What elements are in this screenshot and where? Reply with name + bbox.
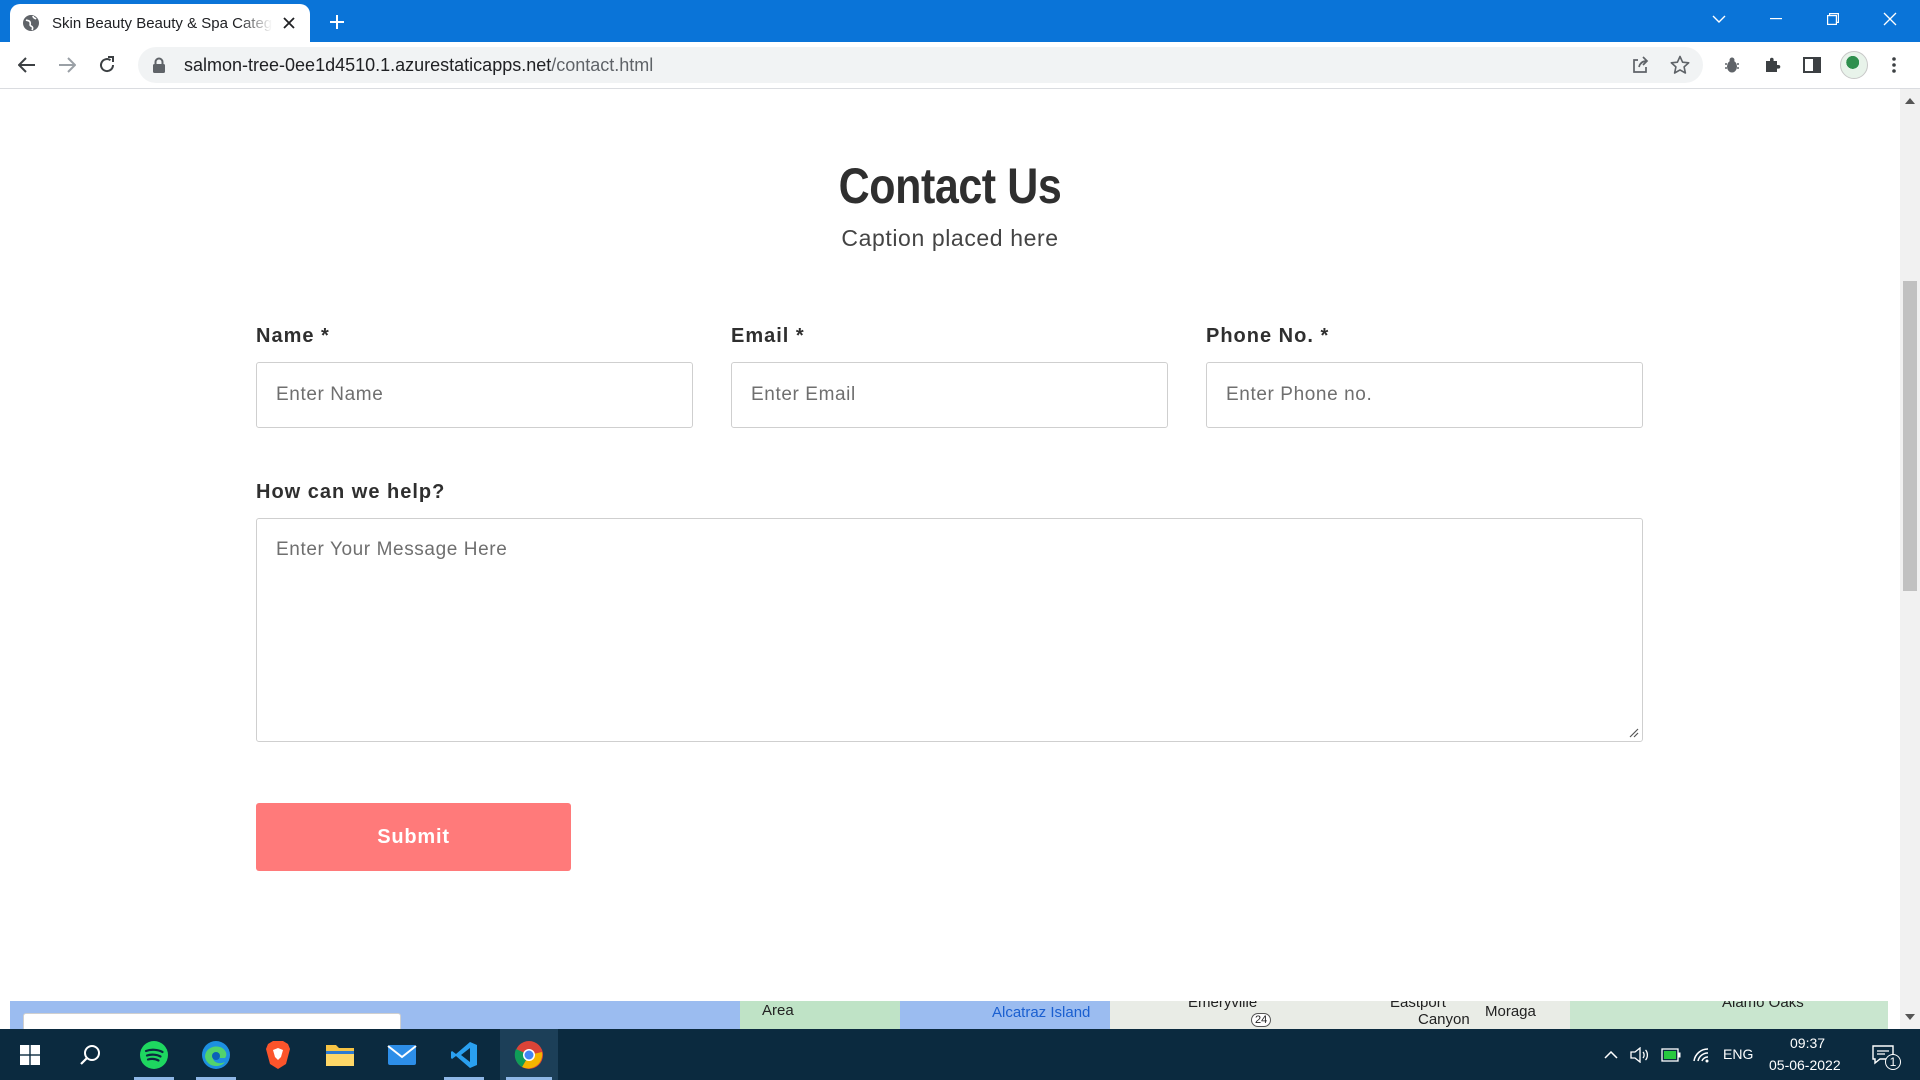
back-arrow-icon[interactable] xyxy=(13,51,41,79)
lock-icon[interactable] xyxy=(152,57,168,73)
vscode-icon[interactable] xyxy=(438,1029,490,1080)
message-textarea[interactable] xyxy=(256,518,1643,742)
close-icon[interactable] xyxy=(280,14,298,32)
restore-button[interactable] xyxy=(1805,0,1861,38)
forward-arrow-icon[interactable] xyxy=(53,51,81,79)
volume-icon[interactable] xyxy=(1629,1044,1651,1066)
browser-toolbar: salmon-tree-0ee1d4510.1.azurestaticapps.… xyxy=(0,42,1920,89)
phone-label: Phone No. * xyxy=(1206,325,1330,347)
name-input[interactable] xyxy=(256,362,693,428)
wifi-icon[interactable] xyxy=(1691,1044,1713,1066)
new-tab-button[interactable] xyxy=(324,9,350,35)
map-label: Eastport xyxy=(1390,1001,1446,1011)
browser-tab-strip: Skin Beauty Beauty & Spa Category xyxy=(0,0,1920,42)
map-label: Alamo Oaks xyxy=(1722,1001,1804,1011)
tab-title: Skin Beauty Beauty & Spa Category xyxy=(52,14,272,32)
share-icon[interactable] xyxy=(1626,51,1654,79)
browser-tab[interactable]: Skin Beauty Beauty & Spa Category xyxy=(10,4,310,42)
language-indicator[interactable]: ENG xyxy=(1723,1046,1753,1062)
map-label: Moraga xyxy=(1485,1003,1536,1020)
map-label: Area xyxy=(762,1002,794,1019)
address-bar[interactable]: salmon-tree-0ee1d4510.1.azurestaticapps.… xyxy=(138,47,1703,83)
mail-icon[interactable] xyxy=(376,1029,428,1080)
map-label: Alcatraz Island xyxy=(992,1004,1091,1021)
file-explorer-icon[interactable] xyxy=(314,1029,366,1080)
close-window-button[interactable] xyxy=(1862,0,1918,38)
map-embed[interactable]: Area Alcatraz Island Emeryville Eastport… xyxy=(10,1001,1888,1029)
profile-avatar[interactable] xyxy=(1840,51,1868,79)
phone-input[interactable] xyxy=(1206,362,1643,428)
route-shield: 24 xyxy=(1251,1013,1272,1027)
globe-icon xyxy=(22,14,40,32)
page-title: Contact Us xyxy=(838,158,1062,214)
minimize-button[interactable] xyxy=(1748,0,1804,38)
extensions-puzzle-icon[interactable] xyxy=(1758,51,1786,79)
chevron-up-icon[interactable] xyxy=(1600,1044,1622,1066)
edge-browser-icon[interactable] xyxy=(190,1029,242,1080)
map-info-box xyxy=(23,1013,401,1029)
email-input[interactable] xyxy=(731,362,1168,428)
email-label: Email * xyxy=(731,325,805,347)
name-label: Name * xyxy=(256,325,330,347)
bookmark-star-icon[interactable] xyxy=(1666,51,1694,79)
scroll-up-arrow-icon[interactable] xyxy=(1904,95,1916,107)
url-text: salmon-tree-0ee1d4510.1.azurestaticapps.… xyxy=(184,54,654,75)
submit-button[interactable]: Submit xyxy=(256,803,571,871)
side-panel-icon[interactable] xyxy=(1798,51,1826,79)
page-viewport: Contact Us Caption placed here Name * Em… xyxy=(0,89,1900,1029)
page-scrollbar[interactable] xyxy=(1900,89,1920,1029)
map-label: Canyon xyxy=(1418,1011,1470,1028)
notifications-icon[interactable]: 1 xyxy=(1868,1044,1901,1070)
windows-start-icon[interactable] xyxy=(4,1029,56,1080)
resize-grip-icon[interactable] xyxy=(1627,726,1639,738)
battery-icon[interactable] xyxy=(1660,1044,1682,1066)
spotify-icon[interactable] xyxy=(128,1029,180,1080)
more-menu-icon[interactable] xyxy=(1880,51,1908,79)
windows-taskbar: ENG 09:37 05-06-2022 1 xyxy=(0,1029,1920,1080)
chrome-browser-icon[interactable] xyxy=(500,1029,558,1080)
notification-count-badge: 1 xyxy=(1885,1054,1901,1070)
tab-search-chevron-icon[interactable] xyxy=(1691,0,1747,38)
scroll-down-arrow-icon[interactable] xyxy=(1904,1011,1916,1023)
message-label: How can we help? xyxy=(256,481,446,503)
scrollbar-thumb[interactable] xyxy=(1903,281,1917,591)
clock-time[interactable]: 09:37 xyxy=(1790,1035,1825,1051)
brave-browser-icon[interactable] xyxy=(252,1029,304,1080)
bug-extension-icon[interactable] xyxy=(1718,51,1746,79)
clock-date[interactable]: 05-06-2022 xyxy=(1769,1057,1841,1073)
map-label: Emeryville xyxy=(1188,1001,1258,1011)
search-icon[interactable] xyxy=(64,1029,116,1080)
page-caption: Caption placed here xyxy=(841,225,1059,251)
reload-icon[interactable] xyxy=(93,51,121,79)
